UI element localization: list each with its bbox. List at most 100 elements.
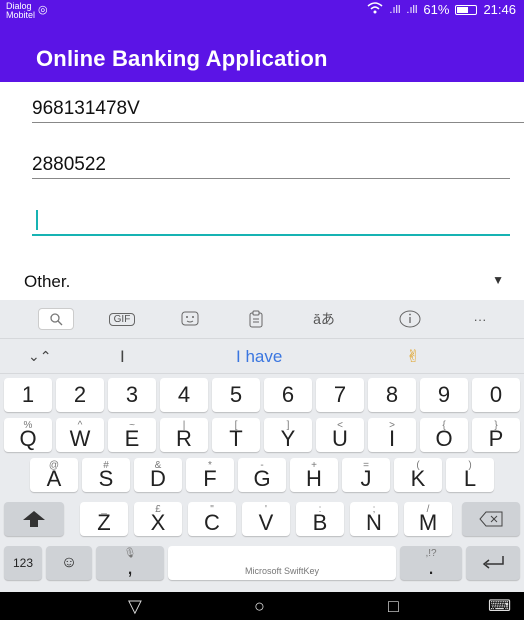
letter-key-sub: ;	[372, 504, 376, 515]
letter-key-sub: {	[442, 420, 446, 431]
letter-key-sub: ~	[129, 420, 135, 431]
letter-key[interactable]: & D	[134, 458, 182, 492]
letter-key[interactable]: [T	[212, 418, 260, 452]
nic-field-text: 968131478V	[32, 98, 140, 119]
letter-key[interactable]: ~ E	[108, 418, 156, 452]
collapse-icon[interactable]: ⌄⌃	[28, 348, 51, 365]
number-key[interactable]: 3	[108, 378, 156, 412]
letter-key[interactable]: (K	[394, 458, 442, 492]
letter-key[interactable]: :B	[296, 502, 344, 536]
letter-key-sub: (	[416, 460, 420, 471]
number-row: 1 2 3 4 5 6 7 8 9 0	[0, 378, 524, 416]
letter-key[interactable]: £ X	[134, 502, 182, 536]
letter-key-sub: |	[182, 420, 186, 431]
number-key[interactable]: 4	[160, 378, 208, 412]
letter-key-sub: /	[426, 504, 430, 515]
number-key-label: 5	[229, 382, 243, 407]
recents-nav-icon[interactable]: □	[388, 596, 399, 617]
letter-key[interactable]: # S	[82, 458, 130, 492]
translate-icon[interactable]: ăあ	[306, 308, 342, 330]
letter-key-sub: :	[318, 504, 322, 515]
emoji-key[interactable]: ☺	[46, 546, 92, 580]
enter-key[interactable]	[466, 546, 520, 580]
period-key[interactable]: ,!? .	[400, 546, 462, 580]
amount-field[interactable]	[32, 204, 510, 236]
back-nav-icon[interactable]: ▽	[128, 596, 142, 617]
keyboard-switch-icon[interactable]: ⌨	[488, 596, 511, 616]
number-key[interactable]: 7	[316, 378, 364, 412]
carrier-label: Dialog Mobitel	[6, 2, 35, 20]
letter-key[interactable]: * F	[186, 458, 234, 492]
letter-key-sub: -	[260, 460, 264, 471]
letter-key[interactable]: ' V	[242, 502, 290, 536]
letter-key[interactable]: > I	[368, 418, 416, 452]
letter-key[interactable]: ) L	[446, 458, 494, 492]
numbers-mode-key[interactable]: 123	[4, 546, 42, 580]
letter-key-sub: #	[103, 460, 109, 471]
letter-key[interactable]: | R	[160, 418, 208, 452]
battery-icon	[455, 4, 478, 15]
number-key[interactable]: 9	[420, 378, 468, 412]
home-nav-icon[interactable]: ○	[254, 596, 265, 617]
gif-button[interactable]: GIF	[104, 308, 140, 330]
number-key-label: 4	[177, 382, 191, 407]
number-key[interactable]: 1	[4, 378, 52, 412]
letter-key[interactable]: % Q	[4, 418, 52, 452]
account-field-text: 2880522	[32, 154, 106, 175]
number-key[interactable]: 0	[472, 378, 520, 412]
sticker-icon[interactable]	[172, 308, 208, 330]
number-key[interactable]: 5	[212, 378, 260, 412]
nic-field[interactable]: 968131478V	[32, 92, 524, 124]
info-icon[interactable]	[392, 308, 428, 330]
letter-key-sub: >	[389, 420, 395, 431]
battery-percent: 61%	[423, 2, 450, 17]
number-key-label: 0	[489, 382, 503, 407]
number-key[interactable]: 8	[368, 378, 416, 412]
letter-key[interactable]: / M	[404, 502, 452, 536]
letter-key[interactable]: < U	[316, 418, 364, 452]
letter-key[interactable]: ^ W	[56, 418, 104, 452]
letter-key[interactable]: -G	[238, 458, 286, 492]
numbers-mode-label: 123	[12, 556, 34, 570]
signal-icon: .ıll	[389, 3, 401, 16]
number-key[interactable]: 2	[56, 378, 104, 412]
account-field[interactable]: 2880522	[32, 148, 510, 180]
number-key-label: 1	[21, 382, 35, 407]
nic-field-underline	[32, 122, 524, 123]
suggestion-emoji[interactable]: ✌	[406, 347, 420, 367]
letter-key[interactable]: ; N	[350, 502, 398, 536]
letter-key[interactable]: _ Z	[80, 502, 128, 536]
letter-key-sub: <	[337, 420, 343, 431]
number-key-label: 3	[125, 382, 139, 407]
shift-key[interactable]	[4, 502, 64, 536]
status-right: .ıll .ıll 61% 21:46	[367, 2, 516, 17]
backspace-key[interactable]	[462, 502, 520, 536]
letter-key[interactable]: @ A	[30, 458, 78, 492]
app-title: Online Banking Application	[36, 46, 328, 71]
letter-key-sub: _	[101, 504, 107, 515]
letter-key[interactable]: " C	[188, 502, 236, 536]
more-options-icon[interactable]: ···	[462, 308, 498, 330]
search-icon[interactable]	[38, 308, 74, 330]
letter-key[interactable]: } P	[472, 418, 520, 452]
space-key[interactable]: Microsoft SwiftKey	[168, 546, 396, 580]
clipboard-icon[interactable]	[238, 308, 274, 330]
bottom-row: 123 ☺ 🎙 , Microsoft SwiftKey ,!? .	[0, 546, 524, 584]
letter-key-sub: £	[155, 504, 161, 515]
comma-key[interactable]: 🎙 ,	[96, 546, 164, 580]
type-dropdown[interactable]: Other. ▼	[24, 270, 504, 294]
letter-key[interactable]: ] Y	[264, 418, 312, 452]
letter-key[interactable]: {O	[420, 418, 468, 452]
letter-key-sub: "	[210, 504, 214, 515]
letter-key[interactable]: = J	[342, 458, 390, 492]
suggestion-left[interactable]: I	[120, 347, 125, 367]
app-bar: Online Banking Application	[0, 38, 524, 82]
battery-fill	[457, 6, 469, 13]
letter-key-sub: %	[23, 420, 33, 431]
letter-key[interactable]: + H	[290, 458, 338, 492]
text-cursor	[36, 210, 38, 230]
letter-key-sub: ]	[286, 420, 290, 431]
suggestion-main[interactable]: I have	[236, 347, 282, 367]
number-key[interactable]: 6	[264, 378, 312, 412]
number-key-label: 9	[437, 382, 451, 407]
